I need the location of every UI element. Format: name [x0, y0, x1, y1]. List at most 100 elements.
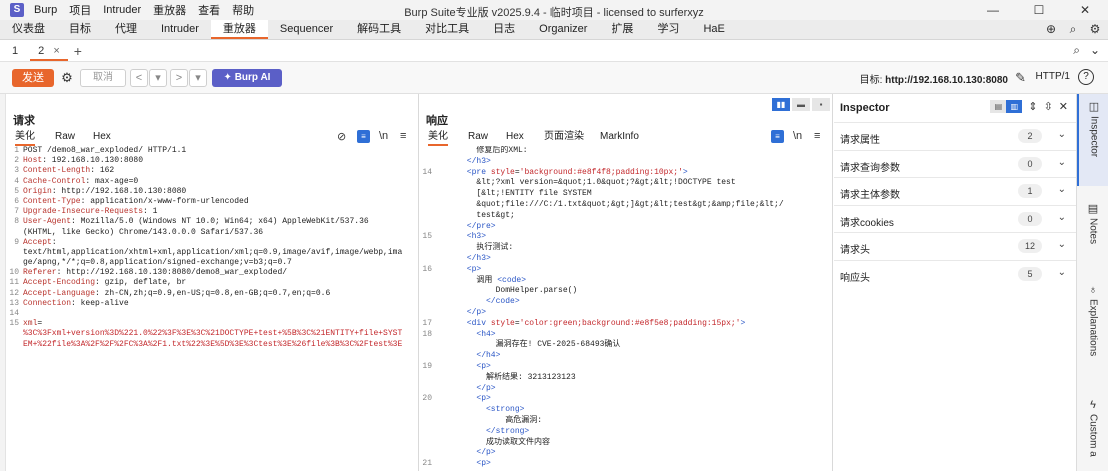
chevron-down-icon[interactable]: ⌄	[1058, 157, 1066, 168]
tab-logger[interactable]: 日志	[481, 20, 527, 39]
request-editor[interactable]: 1 POST /demo8_war_exploded/ HTTP/1.1 2 Host…	[7, 146, 419, 471]
sidebar-item-notes[interactable]: ▤ Notes	[1077, 202, 1108, 272]
menu-icon[interactable]: ≡	[814, 130, 820, 142]
close-icon[interactable]: ✕	[1059, 100, 1068, 113]
header-name: Accept-Encoding	[23, 278, 96, 288]
forward-button[interactable]: >	[170, 69, 188, 87]
inspector-count-badge: 12	[1018, 239, 1042, 253]
response-tab-pretty[interactable]: 美化	[428, 130, 448, 146]
globe-icon[interactable]: ⊕	[1044, 22, 1058, 36]
layout-stacked-icon[interactable]: ▬	[792, 98, 810, 111]
tab-repeater[interactable]: 重放器	[210, 20, 268, 39]
back-dropdown-button[interactable]: ▾	[149, 69, 167, 87]
tab-target[interactable]: 目标	[57, 20, 103, 39]
menu-icon[interactable]: ≡	[400, 130, 406, 142]
newline-toggle-icon[interactable]: \n	[379, 130, 388, 142]
sidebar-item-inspector[interactable]: ◫ Inspector	[1077, 94, 1108, 186]
close-button[interactable]: ✕	[1062, 0, 1108, 20]
request-tab-hex[interactable]: Hex	[93, 130, 111, 146]
response-line: 修复后的XML:	[420, 146, 833, 157]
inspector-row[interactable]: 请求cookies 0 ⌄	[834, 204, 1076, 232]
menu-view[interactable]: 查看	[198, 2, 220, 18]
newline-toggle-icon[interactable]: \n	[793, 130, 802, 142]
tab-intruder[interactable]: Intruder	[149, 20, 211, 39]
send-button[interactable]: 发送	[12, 69, 54, 87]
settings-gear-icon[interactable]: ⚙	[58, 69, 76, 87]
layout-toggle: ▮▮ ▬ ▪	[772, 98, 832, 111]
request-tab-pretty[interactable]: 美化	[15, 130, 35, 146]
repeater-tab-1[interactable]: 1	[4, 41, 26, 61]
settings-gear-icon[interactable]: ⚙	[1088, 22, 1102, 36]
chevron-down-icon[interactable]: ⌄	[1090, 43, 1100, 58]
close-tab-icon[interactable]: ×	[53, 45, 59, 57]
tab-learn[interactable]: 学习	[645, 20, 691, 39]
response-tab-raw[interactable]: Raw	[468, 130, 488, 146]
response-tab-render[interactable]: 页面渲染	[544, 130, 584, 146]
request-line: 9 Accept:	[7, 238, 419, 248]
tab-hae[interactable]: HaE	[691, 20, 736, 39]
chevron-down-icon[interactable]: ⌄	[1058, 212, 1066, 223]
response-line: 19 <p>	[420, 362, 833, 373]
tab-proxy[interactable]: 代理	[103, 20, 149, 39]
collapse-all-icon[interactable]: ⇳	[1044, 100, 1053, 113]
response-editor[interactable]: 修复后的XML: </h3> 14 <pre style='background:…	[420, 146, 833, 471]
menu-repeater[interactable]: 重放器	[153, 2, 186, 18]
menu-project[interactable]: 项目	[69, 2, 91, 18]
inspector-row[interactable]: 请求查询参数 0 ⌄	[834, 149, 1076, 177]
tab-sequencer[interactable]: Sequencer	[268, 20, 345, 39]
inspector-row[interactable]: 请求主体参数 1 ⌄	[834, 177, 1076, 204]
edit-pencil-icon[interactable]: ✎	[1015, 70, 1026, 86]
inspector-row[interactable]: 响应头 5 ⌄	[834, 259, 1076, 287]
tab-organizer[interactable]: Organizer	[527, 20, 599, 39]
inspector-row[interactable]: 请求属性 2 ⌄	[834, 122, 1076, 149]
sidebar-item-explanations[interactable]: ♁ Explanations	[1077, 284, 1108, 394]
format-toggle-icon[interactable]: ≡	[771, 130, 784, 143]
request-line: 10 Referer: http://192.168.10.130:8080/de…	[7, 268, 419, 278]
request-tab-raw[interactable]: Raw	[55, 130, 75, 146]
code-token: test&gt;	[438, 210, 515, 220]
inspector-layout-a-icon[interactable]: ▤	[990, 100, 1007, 113]
inspector-count-badge: 0	[1018, 211, 1042, 226]
minimize-button[interactable]: —	[970, 0, 1016, 20]
burp-ai-button[interactable]: ✦ Burp AI	[212, 69, 282, 87]
hide-eye-icon[interactable]: ⊘	[337, 130, 346, 143]
format-toggle-icon[interactable]: ≡	[357, 130, 370, 143]
chevron-down-icon[interactable]: ⌄	[1058, 239, 1066, 250]
chevron-down-icon[interactable]: ⌄	[1058, 267, 1066, 278]
layout-side-by-side-icon[interactable]: ▮▮	[772, 98, 790, 111]
maximize-button[interactable]: ☐	[1016, 0, 1062, 20]
back-button[interactable]: <	[130, 69, 148, 87]
sidebar-item-custom-actions[interactable]: ϟ Custom a	[1077, 399, 1108, 471]
add-tab-icon[interactable]: +	[74, 43, 82, 59]
search-icon[interactable]: ⌕	[1066, 22, 1080, 36]
tab-decoder[interactable]: 解码工具	[345, 20, 413, 39]
tab-dashboard[interactable]: 仪表盘	[0, 20, 57, 39]
inspector-row[interactable]: 请求头 12 ⌄	[834, 232, 1076, 259]
line-number: 15	[9, 319, 19, 329]
request-pane: 请求 美化 Raw Hex ⊘ ≡ \n ≡ 1 POST /demo8_war_…	[7, 94, 419, 471]
search-icon[interactable]: ⌕	[1073, 43, 1080, 58]
menu-help[interactable]: 帮助	[232, 2, 254, 18]
forward-dropdown-button[interactable]: ▾	[189, 69, 207, 87]
inspector-row-label: 请求属性	[840, 135, 880, 146]
response-tab-markinfo[interactable]: MarkInfo	[600, 130, 639, 146]
chevron-down-icon[interactable]: ⌄	[1058, 184, 1066, 195]
sidebar-item-label: Notes	[1087, 218, 1099, 245]
code-token: style	[490, 167, 515, 177]
layout-tabs-icon[interactable]: ▪	[812, 98, 830, 111]
response-tab-hex[interactable]: Hex	[506, 130, 524, 146]
tab-comparer[interactable]: 对比工具	[413, 20, 481, 39]
chevron-down-icon[interactable]: ⌄	[1058, 129, 1066, 140]
http-version-selector[interactable]: HTTP/1	[1036, 71, 1070, 82]
response-line: 17 <div style='color:green;background:#e…	[420, 319, 833, 330]
expand-all-icon[interactable]: ⇕	[1028, 100, 1037, 113]
cancel-button[interactable]: 取消	[80, 69, 126, 87]
inspector-layout-b-icon[interactable]: ▥	[1006, 100, 1023, 113]
menu-burp[interactable]: Burp	[34, 4, 57, 16]
repeater-tab-2[interactable]: 2 ×	[30, 41, 68, 61]
menu-intruder[interactable]: Intruder	[103, 4, 141, 16]
code-token: style	[490, 318, 515, 328]
tab-extensions[interactable]: 扩展	[599, 20, 645, 39]
code-token: DomHelper.parse()	[438, 286, 578, 296]
help-icon[interactable]: ?	[1078, 69, 1094, 85]
